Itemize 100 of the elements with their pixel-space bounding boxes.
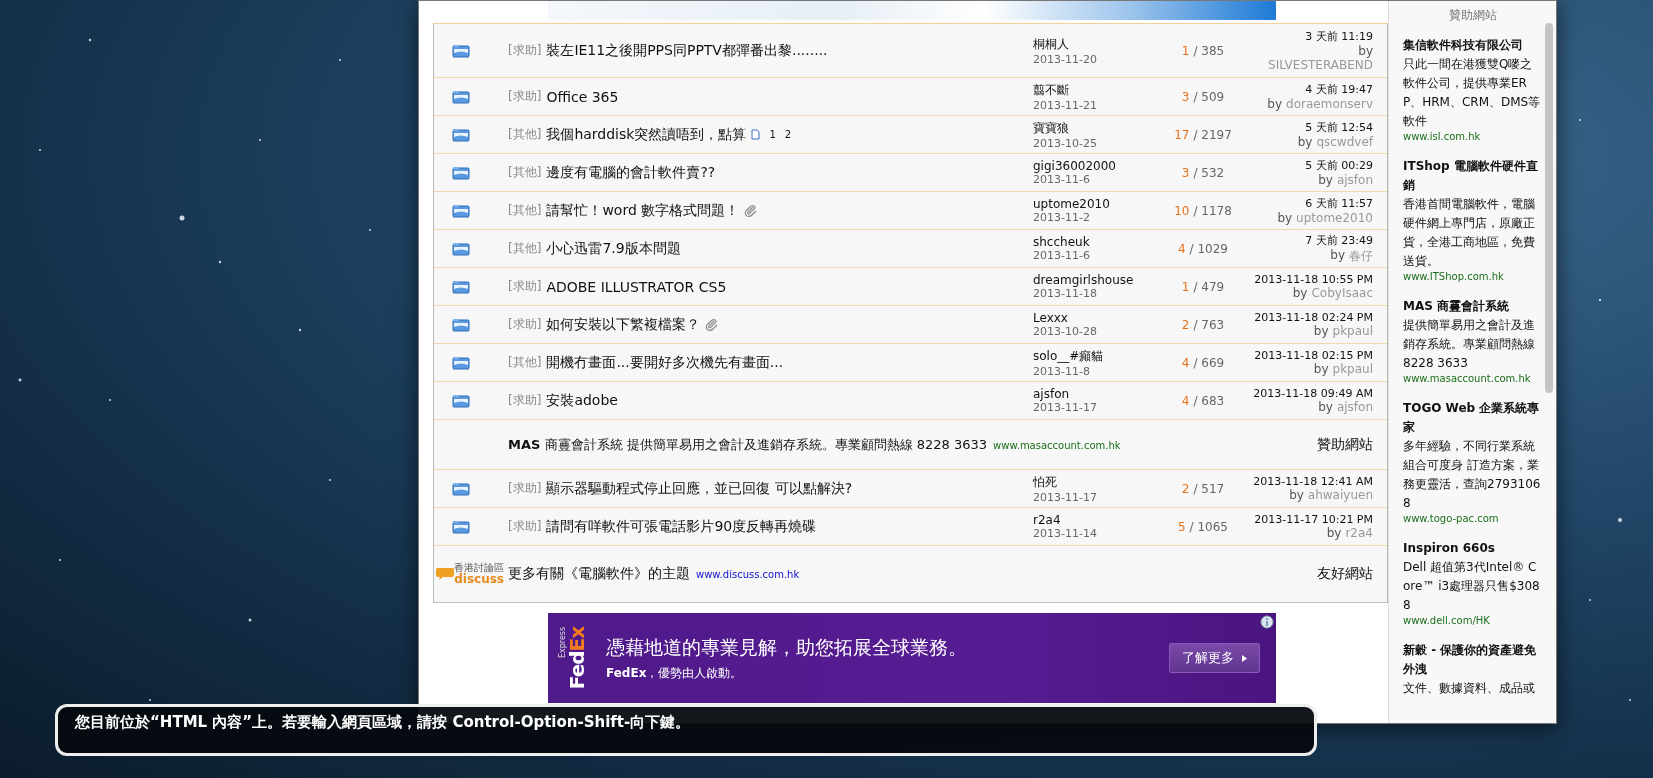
post-date: 2013-10-28 — [1033, 325, 1098, 338]
topic-title[interactable]: Office 365 — [546, 88, 619, 105]
sponsor-title[interactable]: Inspiron 660s — [1403, 539, 1543, 558]
by-label: by — [1289, 488, 1304, 502]
sponsor-link[interactable]: www.isl.com.hk — [1403, 131, 1543, 142]
reply-count: 3 — [1181, 89, 1190, 104]
reply-count: 3 — [1181, 165, 1190, 180]
topic-author[interactable]: uptome2010 — [1033, 197, 1153, 211]
topic-author[interactable]: 怕死 — [1033, 473, 1153, 491]
sponsor-description: 只此一間在港獲雙Q嘜之軟件公司，提供專業ERP、HRM、CRM、DMS等軟件 — [1403, 56, 1542, 130]
topic-author[interactable]: solo__#癲貓 — [1033, 347, 1153, 365]
topic-title[interactable]: 小心迅雷7.9版本問題 — [546, 239, 681, 258]
by-label: by — [1313, 362, 1329, 376]
reply-count: 17 — [1174, 127, 1190, 142]
topic-title[interactable]: 顯示器驅動程式停止回應，並已回復 可以點解決? — [546, 479, 853, 498]
reply-count: 1 — [1181, 279, 1190, 294]
post-date: 2013-11-6 — [1033, 173, 1091, 186]
sponsor-title[interactable]: 新穀 - 保護你的資產避免外洩 — [1403, 641, 1543, 679]
sponsor-label: 贊助網站 — [1317, 435, 1373, 454]
post-date: 2013-11-8 — [1033, 364, 1091, 378]
topic-title[interactable]: 開機冇畫面...要開好多次機先有畫面... — [546, 353, 784, 372]
post-date: 2013-11-17 — [1033, 401, 1098, 414]
view-count: / 669 — [1193, 355, 1225, 370]
by-label: by — [1358, 44, 1373, 58]
sponsor-description: 香港首間電腦軟件，電腦硬件網上專門店，原廠正貨，全港工商地區，免費送貨。 — [1403, 196, 1536, 270]
post-date: 2013-11-21 — [1033, 98, 1098, 112]
sponsor-link[interactable]: www.togo-pac.com — [1403, 513, 1543, 524]
sponsor-title[interactable]: TOGO Web 企業系統專家 — [1403, 399, 1543, 437]
folder-icon — [452, 203, 470, 218]
view-count: / 479 — [1193, 279, 1225, 294]
folder-icon — [452, 393, 470, 408]
sponsor-description: 文件、數據資料、成品或 — [1403, 680, 1536, 697]
folder-icon — [452, 519, 470, 534]
topic-author[interactable]: r2a4 — [1033, 513, 1153, 527]
view-count: / 532 — [1193, 165, 1225, 180]
topic-author[interactable]: shccheuk — [1033, 235, 1153, 249]
caret-icon — [1242, 654, 1247, 662]
sponsor-link[interactable]: www.masaccount.com.hk — [1403, 373, 1543, 384]
topic-author[interactable]: dreamgirlshouse — [1033, 273, 1153, 287]
folder-icon — [452, 89, 470, 104]
page-link[interactable]: 2 — [784, 129, 792, 140]
topic-author[interactable]: gigi36002000 — [1033, 159, 1153, 173]
ad-subline: FedEx，優勢由人啟動。 — [606, 664, 744, 682]
view-count: / 1065 — [1189, 519, 1228, 534]
sponsor-link[interactable]: www.ITShop.com.hk — [1403, 271, 1543, 282]
view-count: / 517 — [1193, 481, 1225, 496]
folder-icon — [452, 279, 470, 294]
reply-count: 2 — [1181, 481, 1190, 496]
discuss-link[interactable]: www.discuss.com.hk — [696, 569, 800, 580]
topic-title[interactable]: 我個harddisk突然讀唔到，點算 — [546, 125, 747, 144]
discuss-logo[interactable]: 香港討論區 discuss — [434, 563, 506, 585]
view-count: / 683 — [1193, 393, 1225, 408]
by-label: by — [1292, 286, 1308, 300]
folder-icon — [452, 43, 470, 58]
post-date: 2013-11-2 — [1033, 211, 1091, 224]
topic-title[interactable]: 請幫忙！word 數字格式問題！ — [546, 201, 740, 220]
reply-count: 4 — [1181, 393, 1190, 408]
view-count: / 509 — [1193, 89, 1225, 104]
topic-title[interactable]: 裝左IE11之後開PPS同PPTV都彈番出黎........ — [546, 41, 828, 60]
topic-author[interactable]: Lexxx — [1033, 311, 1153, 325]
last-post-time: 2013-11-18 09:49 AM — [1253, 387, 1373, 400]
topic-title[interactable]: ADOBE ILLUSTRATOR CS5 — [546, 278, 727, 295]
last-post-time: 5 天前 12:54 — [1305, 120, 1373, 135]
reply-count: 10 — [1174, 203, 1190, 218]
topic-title[interactable]: 邊度有電腦的會計軟件賣?? — [546, 163, 716, 182]
topic-title[interactable]: 如何安裝以下繁複檔案？ — [546, 315, 701, 334]
post-date: 2013-11-17 — [1033, 490, 1098, 504]
sponsor-title[interactable]: MAS 商霻會計系統 — [1403, 297, 1543, 316]
folder-icon — [452, 317, 470, 332]
page-link[interactable]: 1 — [769, 129, 776, 140]
topic-title[interactable]: 安裝adobe — [546, 391, 618, 410]
info-icon[interactable] — [1260, 615, 1274, 629]
topic-author[interactable]: 翦不斷 — [1033, 81, 1153, 99]
sponsor-description: 提供簡單易用之會計及進銷存系統。專業顧問熱線 8228 3633 — [1403, 317, 1536, 372]
sponsor-link[interactable]: www.masaccount.com.hk — [993, 439, 1121, 451]
scrollbar-thumb[interactable] — [1544, 23, 1553, 393]
sponsor-title[interactable]: ITShop 電腦軟件硬件直銷 — [1403, 157, 1543, 195]
topic-author[interactable]: 桐桐人 — [1033, 35, 1153, 53]
banner-image-placeholder[interactable] — [548, 1, 1276, 20]
sponsor-title[interactable]: 集信軟件科技有限公司 — [1403, 36, 1543, 55]
by-label: by — [1326, 526, 1342, 540]
sponsor-description: 多年經驗，不同行業系統組合可度身 訂造方案，業務更靈活，查詢27931068 — [1403, 438, 1542, 512]
last-post-time: 2013-11-18 02:24 PM — [1254, 311, 1373, 324]
topic-author[interactable]: 寶寶狼 — [1033, 119, 1153, 137]
learn-more-button[interactable]: 了解更多 — [1169, 643, 1260, 673]
last-post-time: 2013-11-18 12:41 AM — [1253, 475, 1373, 488]
ad-headline: 憑藉地道的專業見解，助您拓展全球業務。 — [606, 634, 968, 660]
voiceover-caption: 您目前位於“HTML 內容”上。若要輸入網頁區域，請按 Control-Option-Shift-向下鍵。 — [75, 713, 691, 731]
topic-title[interactable]: 請問有咩軟件可張電話影片90度反轉再燒碟 — [546, 517, 817, 536]
sponsor-link[interactable]: www.dell.com/HK — [1403, 615, 1543, 626]
topic-author[interactable]: ajsfon — [1033, 387, 1153, 401]
reply-count: 4 — [1177, 241, 1186, 256]
reply-count: 5 — [1177, 519, 1186, 534]
reply-count: 1 — [1181, 43, 1190, 58]
sponsor-text: MAS 商霻會計系統 提供簡單易用之會計及進銷存系統。專業顧問熱線 8228 3633 — [508, 435, 988, 454]
by-label: by — [1277, 211, 1293, 225]
sponsor-description: Dell 超值第3代Intel® Core™ i3處理器只售$3088 — [1403, 559, 1541, 614]
post-date: 2013-11-14 — [1033, 527, 1098, 540]
friend-sites-label: 友好網站 — [1317, 565, 1373, 583]
page-icon — [751, 129, 761, 140]
